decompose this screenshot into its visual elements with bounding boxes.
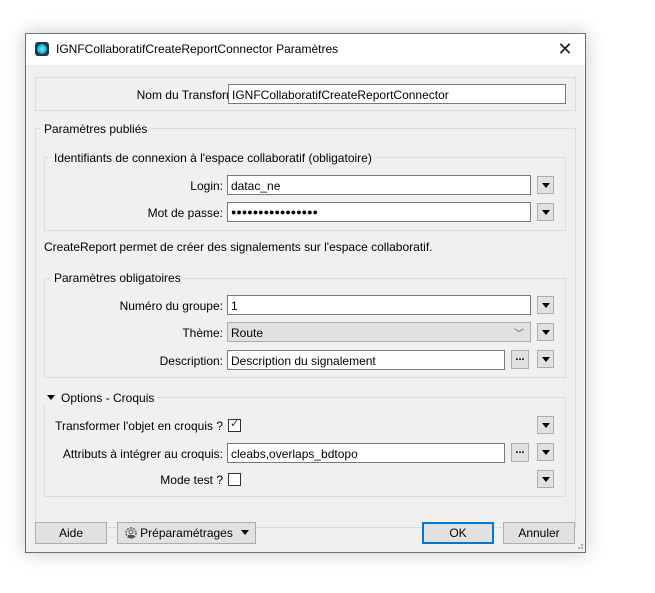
options-sketch-title[interactable]: Options - Croquis xyxy=(44,391,158,405)
close-icon: ✕ xyxy=(557,39,573,59)
test-mode-options-button[interactable] xyxy=(537,470,554,488)
group-number-label: Numéro du groupe: xyxy=(119,299,223,313)
presets-label: Préparamétrages xyxy=(140,526,233,540)
presets-button[interactable]: Préparamétrages xyxy=(117,522,256,544)
close-button[interactable]: ✕ xyxy=(545,34,585,65)
password-options-button[interactable] xyxy=(537,203,554,221)
mandatory-parameters-title: Paramètres obligatoires xyxy=(51,271,184,285)
info-text: CreateReport permet de créer des signale… xyxy=(44,240,433,254)
ok-button[interactable]: OK xyxy=(422,522,494,544)
app-icon xyxy=(35,42,49,56)
attributes-options-button[interactable] xyxy=(537,443,554,461)
attributes-edit-button[interactable]: ... xyxy=(511,443,529,462)
login-label: Login: xyxy=(190,179,223,193)
published-parameters-title: Paramètres publiés xyxy=(41,122,151,136)
sketch-options-button[interactable] xyxy=(537,416,554,434)
login-input[interactable]: datac_ne xyxy=(227,175,531,195)
description-edit-button[interactable]: ... xyxy=(511,350,529,369)
window-title: IGNFCollaboratifCreateReportConnector Pa… xyxy=(56,42,339,56)
theme-options-button[interactable] xyxy=(537,323,554,341)
title-bar: IGNFCollaboratifCreateReportConnector Pa… xyxy=(26,34,585,65)
password-label: Mot de passe: xyxy=(147,206,223,220)
chevron-down-icon: ﹀ xyxy=(514,329,524,340)
group-number-options-button[interactable] xyxy=(537,296,554,314)
cancel-button[interactable]: Annuler xyxy=(503,522,575,544)
resize-grip-icon[interactable] xyxy=(575,542,583,550)
description-options-button[interactable] xyxy=(537,350,554,368)
password-input[interactable]: ●●●●●●●●●●●●●●●● xyxy=(227,202,531,222)
theme-label: Thème: xyxy=(182,326,223,340)
group-number-input[interactable]: 1 xyxy=(227,295,531,315)
login-options-button[interactable] xyxy=(537,176,554,194)
transformer-name-input[interactable]: IGNFCollaboratifCreateReportConnector xyxy=(228,84,566,104)
dropdown-arrow-icon xyxy=(240,530,249,535)
credentials-title: Identifiants de connexion à l'espace col… xyxy=(51,151,375,165)
attributes-input[interactable]: cleabs,overlaps_bdtopo xyxy=(227,443,505,463)
description-input[interactable]: Description du signalement xyxy=(227,350,505,370)
collapse-arrow-icon xyxy=(47,395,55,400)
sketch-checkbox[interactable] xyxy=(228,417,241,432)
test-mode-checkbox[interactable] xyxy=(228,473,241,486)
theme-select[interactable]: Route ﹀ xyxy=(227,322,531,342)
description-label: Description: xyxy=(159,354,223,368)
attributes-label: Attributs à intégrer au croquis: xyxy=(62,447,223,461)
gear-icon xyxy=(125,527,137,539)
help-button[interactable]: Aide xyxy=(35,522,107,544)
sketch-label: Transformer l'objet en croquis ? xyxy=(55,419,223,433)
test-mode-label: Mode test ? xyxy=(160,473,223,487)
parameters-dialog: IGNFCollaboratifCreateReportConnector Pa… xyxy=(25,33,586,553)
theme-value: Route xyxy=(231,326,264,340)
